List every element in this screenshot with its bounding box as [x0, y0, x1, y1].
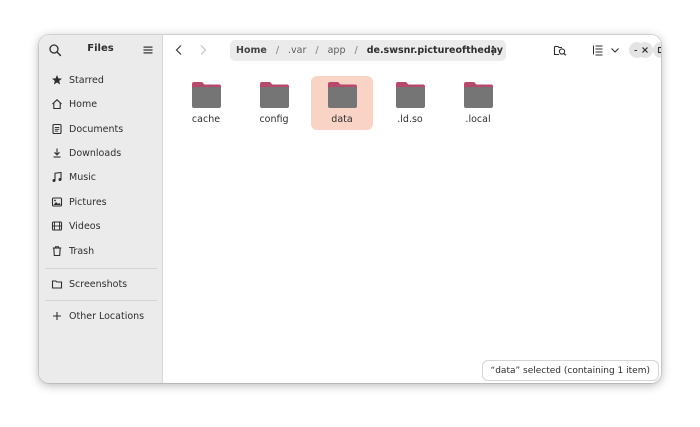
- folder-icon: [51, 280, 63, 289]
- list-view-icon[interactable]: [591, 43, 605, 57]
- file-item-ld-so[interactable]: .ld.so: [379, 76, 441, 130]
- music-icon: [52, 171, 62, 182]
- sidebar-item-starred[interactable]: Starred: [45, 70, 157, 90]
- header-bar: Home / .var / app / de.swsnr.pictureofth…: [163, 35, 661, 65]
- file-name: data: [331, 114, 353, 125]
- files-window: Files Starred Home Documents Downloads M…: [39, 35, 661, 383]
- file-item-data[interactable]: data: [311, 76, 373, 130]
- folder-icon: [395, 82, 425, 108]
- breadcrumb-current[interactable]: de.swsnr.pictureoftheday: [364, 45, 506, 56]
- sidebar-item-label: Videos: [69, 220, 101, 232]
- breadcrumb-separator: /: [315, 45, 319, 56]
- kebab-menu-icon[interactable]: [488, 45, 498, 56]
- file-name: .ld.so: [397, 114, 423, 125]
- breadcrumb-separator: /: [275, 45, 280, 56]
- home-icon: [52, 99, 62, 110]
- sidebar-item-label: Trash: [69, 245, 95, 257]
- file-item-local[interactable]: .local: [447, 76, 509, 130]
- sidebar-item-home[interactable]: Home: [45, 94, 157, 114]
- file-name: config: [259, 114, 289, 125]
- file-item-cache[interactable]: cache: [175, 76, 237, 130]
- video-icon: [51, 221, 63, 231]
- sidebar-header: Files: [39, 35, 162, 65]
- picture-icon: [51, 197, 63, 207]
- sidebar-item-label: Downloads: [69, 147, 122, 159]
- sidebar-item-label: Starred: [69, 74, 104, 86]
- chevron-down-icon[interactable]: [608, 43, 622, 57]
- sidebar-item-other-locations[interactable]: Other Locations: [45, 306, 157, 326]
- sidebar-item-label: Music: [69, 171, 97, 183]
- file-name: .local: [465, 114, 491, 125]
- folder-icon: [191, 82, 221, 108]
- back-button[interactable]: [171, 42, 187, 58]
- file-view[interactable]: cache config data .ld.so .local “data” s…: [163, 65, 661, 383]
- status-bar: “data” selected (containing 1 item): [481, 360, 659, 381]
- maximize-button[interactable]: [653, 42, 661, 58]
- path-bar: Home / .var / app / de.swsnr.pictureofth…: [230, 40, 506, 61]
- trash-icon: [52, 246, 62, 257]
- close-icon: [642, 47, 648, 53]
- sidebar-item-trash[interactable]: Trash: [45, 241, 157, 261]
- search-folder-icon[interactable]: [553, 43, 567, 57]
- plus-icon: [53, 312, 61, 320]
- folder-icon: [259, 82, 289, 108]
- sidebar-item-label: Other Locations: [69, 310, 145, 322]
- close-button[interactable]: [637, 42, 653, 58]
- breadcrumb-home[interactable]: Home: [230, 45, 270, 56]
- file-item-config[interactable]: config: [243, 76, 305, 130]
- sidebar-item-videos[interactable]: Videos: [45, 216, 157, 236]
- sidebar-item-label: Documents: [69, 123, 124, 135]
- sidebar-separator: [45, 268, 157, 269]
- sidebar-item-downloads[interactable]: Downloads: [45, 143, 157, 163]
- star-icon: [52, 75, 62, 85]
- sidebar-item-pictures[interactable]: Pictures: [45, 192, 157, 212]
- status-text: “data” selected (containing 1 item): [490, 365, 650, 376]
- sidebar: Files Starred Home Documents Downloads M…: [39, 35, 163, 383]
- sidebar-separator: [45, 300, 157, 301]
- document-icon: [52, 123, 62, 135]
- folder-icon: [463, 82, 493, 108]
- sidebar-item-music[interactable]: Music: [45, 167, 157, 187]
- file-name: cache: [191, 114, 221, 125]
- sidebar-item-documents[interactable]: Documents: [45, 119, 157, 139]
- folder-icon: [327, 82, 357, 108]
- sidebar-item-label: Pictures: [69, 196, 107, 208]
- hamburger-menu-icon[interactable]: [142, 44, 154, 56]
- breadcrumb-app[interactable]: app: [325, 45, 349, 56]
- maximize-icon: [657, 46, 661, 54]
- sidebar-item-label: Screenshots: [69, 278, 128, 290]
- sidebar-item-screenshots[interactable]: Screenshots: [45, 274, 157, 294]
- breadcrumb-var[interactable]: .var: [285, 45, 309, 56]
- download-icon: [53, 148, 61, 158]
- sidebar-item-label: Home: [69, 98, 98, 110]
- breadcrumb-separator: /: [354, 45, 358, 56]
- forward-button[interactable]: [195, 42, 211, 58]
